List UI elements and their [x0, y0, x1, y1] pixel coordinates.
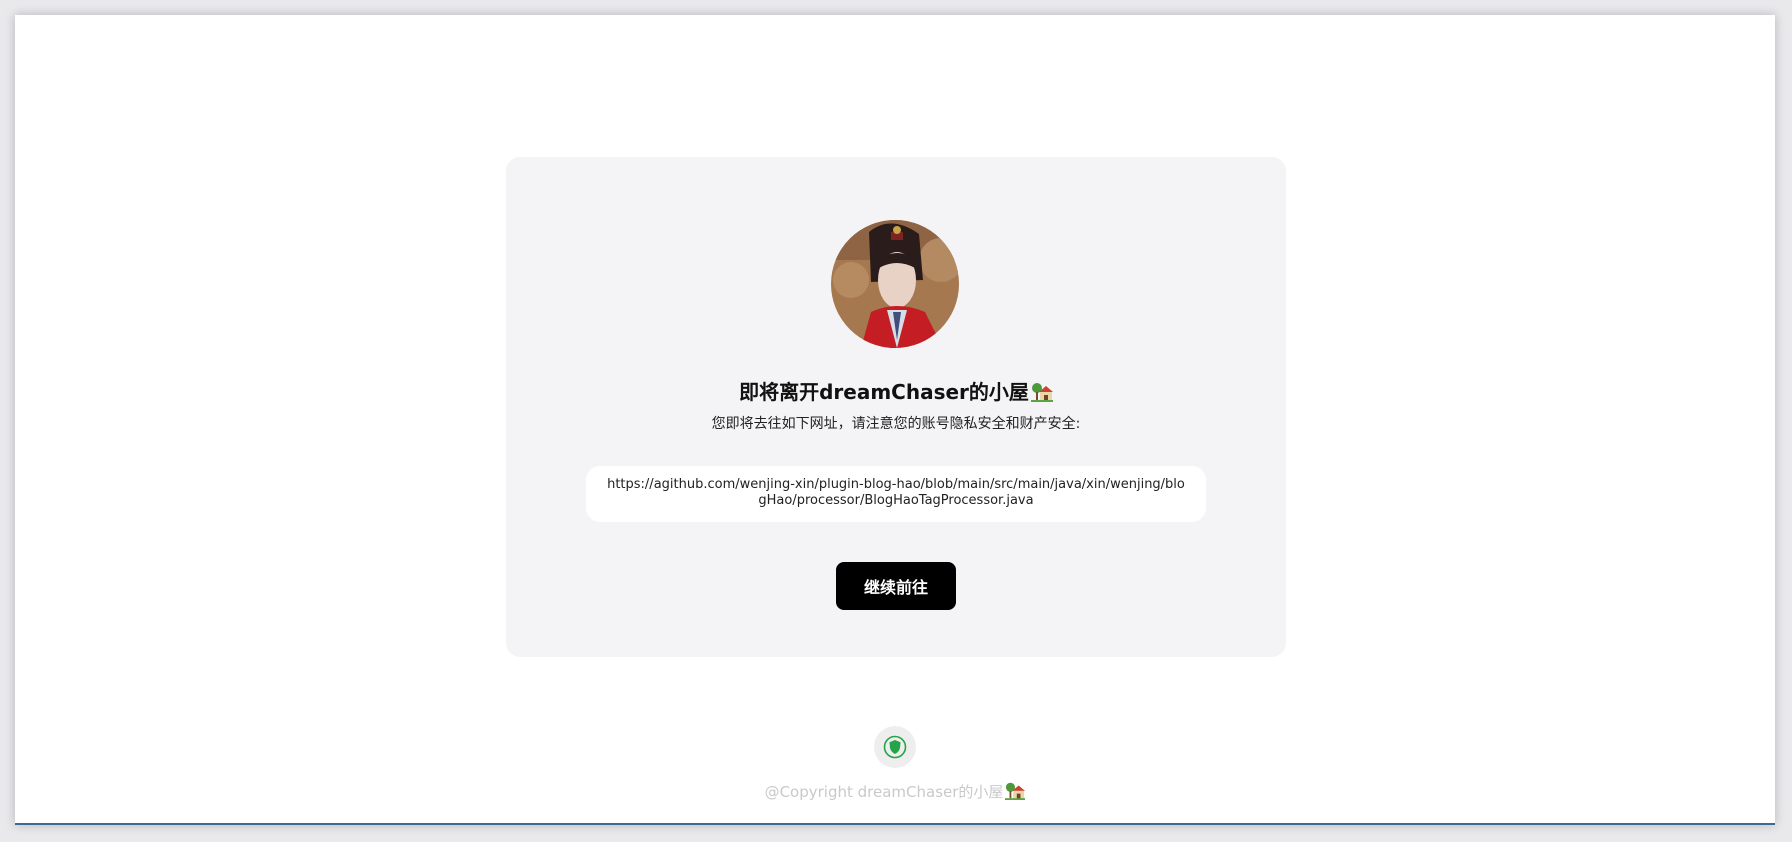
page-title-text: 即将离开dreamChaser的小屋: [739, 380, 1029, 404]
footer-shield-badge: [874, 726, 916, 768]
copyright-text: @Copyright dreamChaser的小屋: [764, 783, 1004, 801]
browser-window: 即将离开dreamChaser的小屋 您即将去往如下网址，请注意您的账号隐私安全…: [15, 15, 1775, 825]
house-with-garden-icon: [1005, 780, 1026, 805]
house-with-garden-icon: [1030, 380, 1053, 409]
warning-subtitle: 您即将去往如下网址，请注意您的账号隐私安全和财产安全:: [711, 416, 1081, 432]
footer-copyright: @Copyright dreamChaser的小屋: [15, 780, 1775, 805]
avatar: [831, 220, 959, 348]
page-title: 即将离开dreamChaser的小屋: [506, 378, 1286, 409]
shield-icon: [883, 735, 907, 759]
continue-button[interactable]: 继续前往: [836, 562, 956, 610]
target-url-box: https://agithub.com/wenjing-xin/plugin-b…: [586, 466, 1206, 522]
redirect-card: 即将离开dreamChaser的小屋 您即将去往如下网址，请注意您的账号隐私安全…: [506, 157, 1286, 657]
